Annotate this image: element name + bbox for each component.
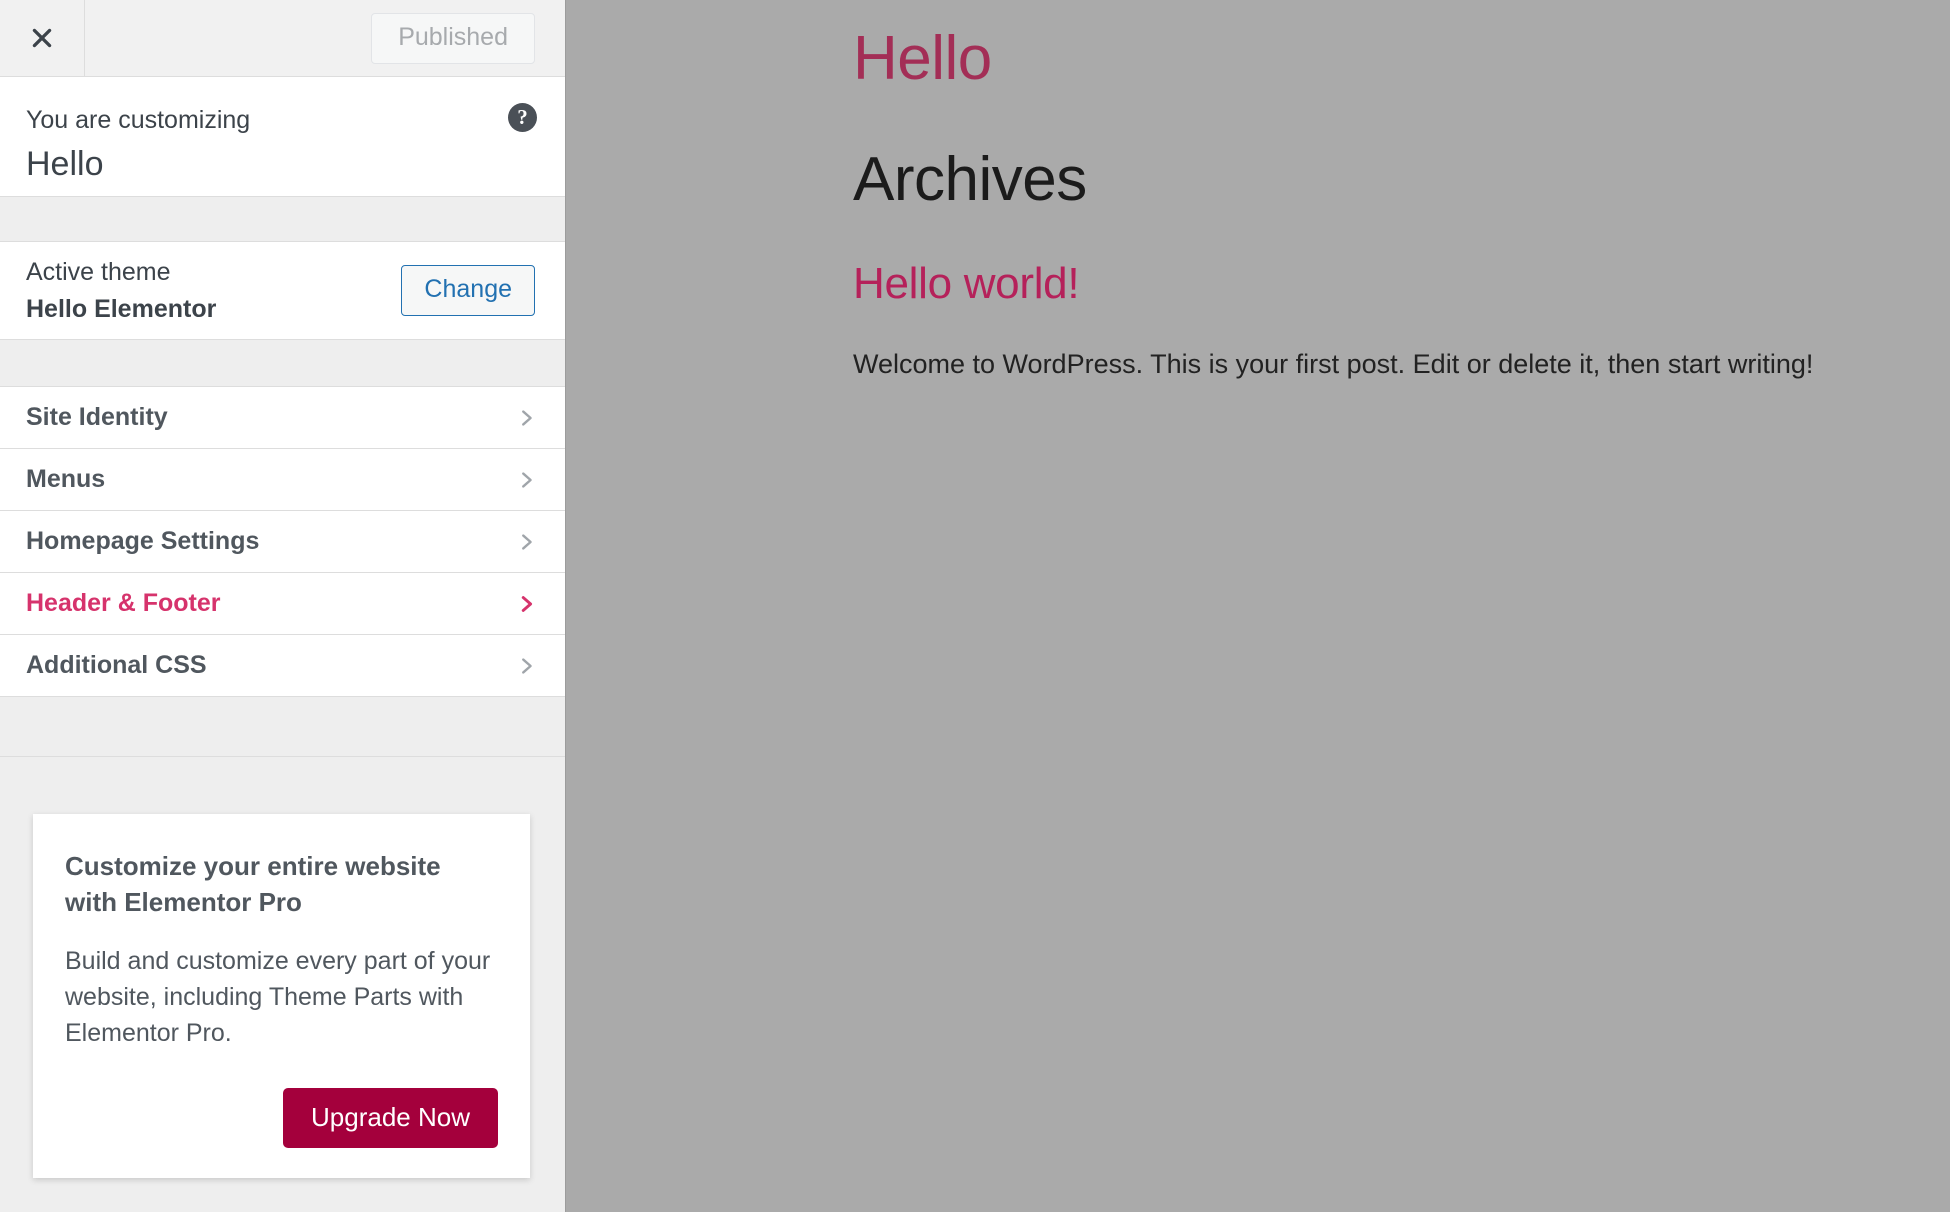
sidebar-item-homepage-settings[interactable]: Homepage Settings <box>0 511 565 573</box>
promo-body: Build and customize every part of your w… <box>65 946 491 1048</box>
customizing-site-name: Hello <box>26 145 104 183</box>
header-spacer <box>85 0 371 76</box>
sidebar-item-label: Site Identity <box>26 403 168 431</box>
sidebar-item-label: Menus <box>26 465 106 493</box>
chevron-right-icon <box>515 467 537 493</box>
promo-title: Customize your entire website with Eleme… <box>65 851 441 918</box>
upgrade-now-button[interactable]: Upgrade Now <box>283 1087 498 1148</box>
customizing-label: You are customizing <box>26 106 251 134</box>
sidebar-item-label: Homepage Settings <box>26 527 260 555</box>
promo-actions: Upgrade Now <box>65 1087 498 1148</box>
customizer-screen: Hello Archives Hello world! Welcome to W… <box>0 0 1950 1212</box>
chevron-right-icon <box>515 529 537 555</box>
sidebar-item-label: Header & Footer <box>26 589 221 617</box>
chevron-right-icon <box>515 591 537 617</box>
active-theme-block: Active theme Hello Elementor Change <box>0 242 565 340</box>
published-button[interactable]: Published <box>371 12 535 64</box>
sidebar-footer-area: Customize your entire website with Eleme… <box>0 757 565 1212</box>
elementor-pro-promo-card: Customize your entire website with Eleme… <box>33 814 530 1178</box>
sidebar-item-header-and-footer[interactable]: Header & Footer <box>0 573 565 635</box>
sidebar-item-additional-css[interactable]: Additional CSS <box>0 635 565 697</box>
publish-area: Published <box>371 0 565 76</box>
sidebar-item-menus[interactable]: Menus <box>0 449 565 511</box>
preview-post-excerpt: Welcome to WordPress. This is your first… <box>853 348 1814 379</box>
section-divider-1 <box>0 197 565 242</box>
customizing-block: You are customizing Hello ? <box>0 77 565 197</box>
chevron-right-icon <box>515 653 537 679</box>
section-divider-2 <box>0 340 565 387</box>
sidebar-item-site-identity[interactable]: Site Identity <box>0 387 565 449</box>
help-circle-icon[interactable]: ? <box>508 103 537 132</box>
preview-post-title[interactable]: Hello world! <box>853 259 1950 308</box>
section-divider-3 <box>0 697 565 757</box>
customizer-header: Published <box>0 0 565 77</box>
chevron-right-icon <box>515 405 537 431</box>
active-theme-text: Active theme Hello Elementor <box>26 256 216 326</box>
close-icon <box>29 25 55 51</box>
preview-content: Hello Archives Hello world! Welcome to W… <box>566 0 1950 384</box>
active-theme-name: Hello Elementor <box>26 295 217 323</box>
sidebar-item-label: Additional CSS <box>26 651 207 679</box>
change-theme-button[interactable]: Change <box>401 265 535 316</box>
customizer-sidebar: Published You are customizing Hello ? Ac… <box>0 0 566 1212</box>
customizer-panel-list: Site Identity Menus Homepage Settings He… <box>0 387 565 697</box>
preview-archives-heading: Archives <box>853 145 1087 215</box>
theme-preview-pane[interactable]: Hello Archives Hello world! Welcome to W… <box>566 0 1950 1212</box>
preview-site-title: Hello <box>853 24 992 93</box>
close-customizer-button[interactable] <box>0 0 85 76</box>
active-theme-label: Active theme <box>26 257 171 286</box>
